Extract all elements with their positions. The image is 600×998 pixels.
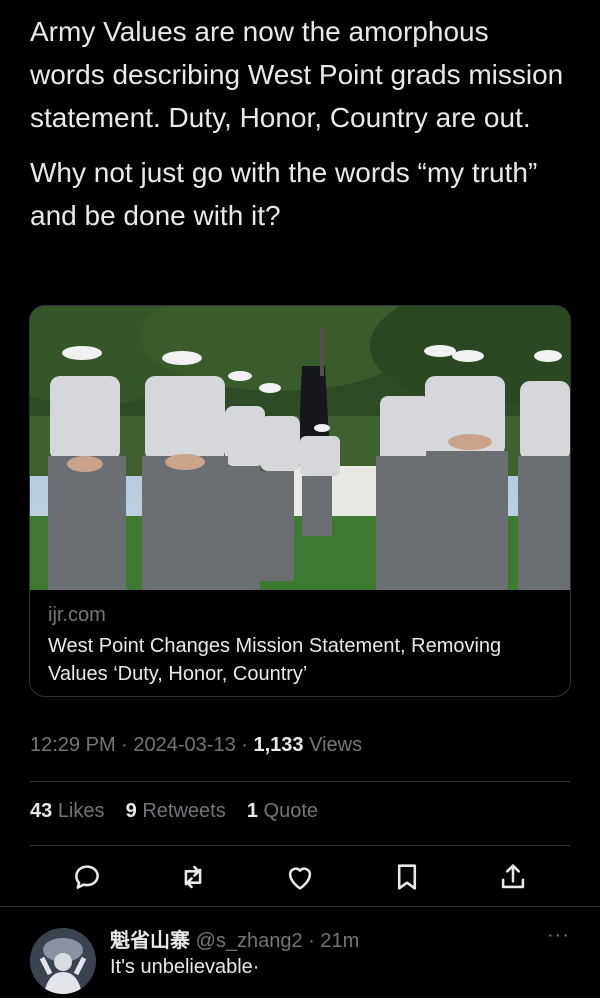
bookmark-icon[interactable]: [390, 860, 424, 894]
retweet-icon[interactable]: [176, 860, 210, 894]
divider: [30, 845, 570, 846]
retweets-count: 9: [125, 800, 137, 822]
avatar[interactable]: [30, 928, 96, 994]
reply-tweet[interactable]: 魁省山寨 @s_zhang2 · 21m ··· It's unbelievab…: [0, 910, 600, 998]
quotes-stat[interactable]: 1 Quote: [247, 800, 318, 822]
action-bar: [0, 858, 600, 898]
tweet-time[interactable]: 12:29 PM: [30, 734, 116, 756]
reply-author-name[interactable]: 魁省山寨: [110, 930, 190, 952]
tweet-paragraph-1: Army Values are now the amorphous words …: [30, 16, 564, 133]
divider: [0, 906, 600, 907]
tweet-meta: 12:29 PM · 2024-03-13 · 1,133 Views: [30, 734, 362, 757]
views-count: 1,133: [253, 734, 304, 756]
retweets-stat[interactable]: 9 Retweets: [126, 800, 232, 822]
divider: [30, 781, 570, 782]
card-domain: ijr.com: [48, 604, 106, 626]
likes-count: 43: [30, 800, 53, 822]
quotes-label: Quote: [263, 800, 318, 822]
retweets-label: Retweets: [142, 800, 226, 822]
reply-icon[interactable]: [70, 860, 104, 894]
tweet-stats: 43 Likes 9 Retweets 1 Quote: [30, 800, 318, 823]
tweet-text: Army Values are now the amorphous words …: [30, 10, 570, 249]
reply-time[interactable]: 21m: [320, 930, 359, 952]
quotes-count: 1: [246, 800, 258, 822]
reply-text: It's unbelievable·: [110, 956, 260, 978]
reply-header: 魁省山寨 @s_zhang2 · 21m: [110, 924, 359, 953]
tweet-date[interactable]: 2024-03-13: [133, 734, 235, 756]
separator-dot: ·: [121, 734, 134, 756]
tweet-paragraph-2: Why not just go with the words “my truth…: [30, 157, 538, 231]
like-icon[interactable]: [283, 860, 317, 894]
reply-author-handle[interactable]: @s_zhang2: [196, 930, 303, 952]
card-image: [30, 306, 570, 590]
share-icon[interactable]: [496, 860, 530, 894]
separator-dot: ·: [308, 930, 315, 952]
more-options-icon[interactable]: ···: [547, 924, 570, 947]
link-card[interactable]: ijr.com West Point Changes Mission State…: [29, 305, 571, 697]
views-label: Views: [309, 734, 363, 756]
separator-dot: ·: [241, 734, 254, 756]
card-title: West Point Changes Mission Statement, Re…: [48, 635, 502, 685]
likes-label: Likes: [57, 800, 105, 822]
likes-stat[interactable]: 43 Likes: [30, 800, 110, 822]
